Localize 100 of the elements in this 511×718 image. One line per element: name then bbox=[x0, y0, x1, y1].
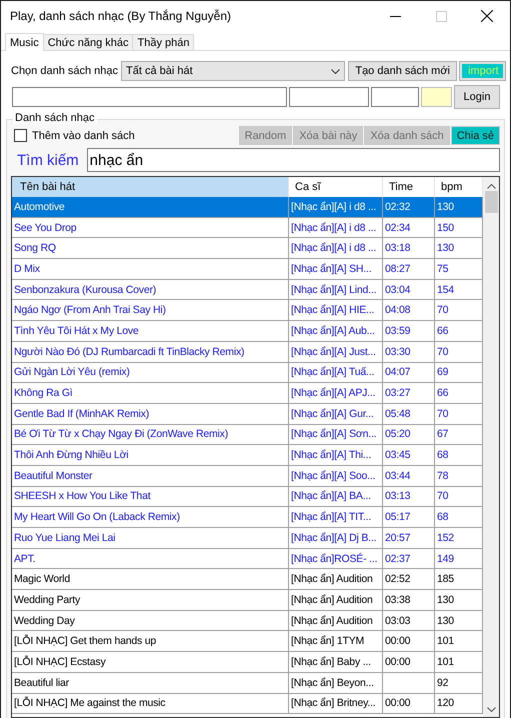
table-cell[interactable]: 08:27 bbox=[383, 259, 435, 280]
table-cell[interactable]: [Nhạc ẩn] Beyon... bbox=[289, 672, 383, 694]
table-cell[interactable]: Người Nào Đó (DJ Rumbarcadi ft TinBlacky Remix) bbox=[12, 342, 289, 362]
table-cell[interactable]: [LỖI NHẠC] Get them hands up bbox=[12, 631, 289, 652]
table-cell[interactable]: 03:44 bbox=[383, 466, 435, 487]
table-cell[interactable]: 03:03 bbox=[383, 610, 435, 632]
table-cell[interactable]: Thôi Anh Đừng Nhiều Lời bbox=[12, 445, 289, 466]
scroll-thumb[interactable] bbox=[484, 191, 498, 213]
table-cell[interactable]: [Nhạc ẩn][A] Gur... bbox=[289, 404, 383, 425]
table-cell[interactable]: [Nhạc ẩn] Baby ... bbox=[289, 652, 383, 673]
action-button[interactable]: Chia sẻ bbox=[450, 126, 500, 145]
scrollbar[interactable] bbox=[483, 177, 499, 717]
table-cell[interactable]: 02:34 bbox=[383, 218, 435, 238]
table-cell[interactable]: APT. bbox=[12, 548, 289, 570]
search-label: Tìm kiếm bbox=[17, 152, 79, 168]
table-cell[interactable]: Magic World bbox=[12, 569, 289, 590]
table-cell[interactable]: Không Ra Gì bbox=[12, 383, 289, 404]
input-field[interactable] bbox=[421, 87, 452, 107]
login-button[interactable]: Login bbox=[454, 85, 500, 109]
table-cell[interactable]: Beautiful liar bbox=[12, 672, 289, 694]
table-cell[interactable]: 02:32 bbox=[383, 197, 435, 218]
table-cell[interactable]: Tình Yêu Tôi Hát x My Love bbox=[12, 321, 289, 342]
input-field[interactable] bbox=[12, 87, 287, 107]
table-cell[interactable]: [Nhạc ẩn][A] Thi... bbox=[289, 445, 383, 466]
table-cell[interactable]: [Nhạc ẩn] Audition bbox=[289, 610, 383, 632]
table-cell[interactable]: [LỖI NHẠC] Me against the music bbox=[12, 694, 289, 714]
table-cell[interactable]: Song RQ bbox=[12, 238, 289, 260]
tab[interactable]: Thầy phán bbox=[132, 34, 194, 50]
scroll-down-icon[interactable] bbox=[486, 707, 496, 712]
table-cell[interactable]: [Nhạc ẩn] 1TYM bbox=[289, 631, 383, 652]
table-cell[interactable]: 04:08 bbox=[383, 300, 435, 322]
table-cell[interactable]: 00:00 bbox=[383, 694, 435, 714]
table-cell[interactable]: [Nhạc ẩn][A] Aub... bbox=[289, 321, 383, 342]
table-cell[interactable]: 00:00 bbox=[383, 631, 435, 652]
table-cell[interactable]: [Nhạc ẩn][A] i d8 ... bbox=[289, 238, 383, 260]
input-field[interactable] bbox=[371, 87, 419, 107]
table-cell[interactable]: Ngáo Ngơ (From Anh Trai Say Hi) bbox=[12, 300, 289, 322]
table-cell[interactable]: [LỖI NHẠC] Ecstasy bbox=[12, 652, 289, 673]
table-cell[interactable]: [Nhạc ẩn][A] TIT... bbox=[289, 507, 383, 528]
search-field[interactable]: nhạc ẩn bbox=[86, 148, 500, 172]
table-cell[interactable]: [Nhạc ẩn][A] Dj B... bbox=[289, 528, 383, 549]
tab[interactable]: Chức năng khác bbox=[42, 34, 134, 50]
table-cell[interactable]: 20:57 bbox=[383, 528, 435, 549]
table-cell[interactable]: [Nhạc ẩn][A] Soo... bbox=[289, 466, 383, 487]
table-cell[interactable] bbox=[383, 672, 435, 694]
table-cell[interactable]: [Nhạc ẩn][A] APJ... bbox=[289, 383, 383, 404]
table-cell[interactable]: Bé Ơi Từ Từ x Chạy Ngay Đi (ZonWave Remix) bbox=[12, 424, 289, 446]
table-cell[interactable]: 00:00 bbox=[383, 652, 435, 673]
create-playlist-button[interactable]: Tạo danh sách mới bbox=[348, 61, 457, 81]
chevron-down-icon bbox=[331, 68, 340, 74]
table-cell[interactable]: Wedding Day bbox=[12, 610, 289, 632]
table-cell[interactable]: [Nhạc ẩn][A] SH... bbox=[289, 259, 383, 280]
table-cell[interactable]: 02:37 bbox=[383, 548, 435, 570]
table-cell[interactable]: [Nhạc ẩn][A] i d8 ... bbox=[289, 218, 383, 238]
table-cell[interactable]: 05:48 bbox=[383, 404, 435, 425]
scroll-up-icon[interactable] bbox=[486, 184, 496, 189]
table-cell[interactable]: Gentle Bad If (MinhAK Remix) bbox=[12, 404, 289, 425]
table-cell[interactable]: [Nhạc ẩn] Britney... bbox=[289, 694, 383, 714]
table-cell[interactable]: 05:20 bbox=[383, 424, 435, 446]
table-cell[interactable]: [Nhạc ẩn][A] Tuấ... bbox=[289, 362, 383, 384]
input-field[interactable] bbox=[289, 87, 369, 107]
table-cell[interactable]: [Nhạc ẩn][A] Sơn... bbox=[289, 424, 383, 446]
table-cell[interactable]: Beautiful Monster bbox=[12, 466, 289, 487]
close-icon bbox=[481, 10, 493, 22]
table-cell[interactable]: 03:30 bbox=[383, 342, 435, 362]
table-cell[interactable]: D Mix bbox=[12, 259, 289, 280]
playlist-label: Chọn danh sách nhạc bbox=[11, 65, 118, 77]
table-cell[interactable]: 03:38 bbox=[383, 590, 435, 611]
table-cell[interactable]: Gửi Ngàn Lời Yêu (remix) bbox=[12, 362, 289, 384]
table-cell[interactable]: Automotive bbox=[12, 197, 289, 218]
table-cell[interactable]: 04:07 bbox=[383, 362, 435, 384]
table-cell[interactable]: Ruo Yue Liang Mei Lai bbox=[12, 528, 289, 549]
table-cell[interactable]: [Nhạc ẩn][A] i d8 ... bbox=[289, 197, 383, 218]
add-to-list-checkbox[interactable]: Thêm vào danh sách bbox=[11, 129, 135, 142]
table-cell[interactable]: 130 bbox=[435, 197, 483, 218]
table-cell[interactable]: [Nhạc ẩn][A] Lind... bbox=[289, 280, 383, 300]
table-cell[interactable]: [Nhạc ẩn] Audition bbox=[289, 569, 383, 590]
table-cell[interactable]: [Nhạc ẩn][A] BA... bbox=[289, 486, 383, 508]
table-cell[interactable]: 02:52 bbox=[383, 569, 435, 590]
table-cell[interactable]: [Nhạc ẩn][A] Just... bbox=[289, 342, 383, 362]
maximize-icon bbox=[436, 10, 446, 22]
table-cell[interactable]: [Nhạc ẩn][A] HIE... bbox=[289, 300, 383, 322]
table-cell[interactable]: 03:59 bbox=[383, 321, 435, 342]
table-cell[interactable]: My Heart Will Go On (Laback Remix) bbox=[12, 507, 289, 528]
table-cell[interactable]: [Nhạc ẩn] Audition bbox=[289, 590, 383, 611]
table-cell[interactable]: [Nhạc ẩn]ROSÉ- ... bbox=[289, 548, 383, 570]
table-cell[interactable]: SHEESH x How You Like That bbox=[12, 486, 289, 508]
tab[interactable]: Music bbox=[5, 33, 44, 51]
table-cell[interactable]: 03:13 bbox=[383, 486, 435, 508]
group-title: Danh sách nhạc bbox=[13, 112, 96, 124]
table-cell[interactable]: Senbonzakura (Kurousa Cover) bbox=[12, 280, 289, 300]
table-cell[interactable]: 03:18 bbox=[383, 238, 435, 260]
table-cell[interactable]: 03:27 bbox=[383, 383, 435, 404]
column-header[interactable]: Tên bài hát bbox=[12, 177, 289, 197]
table-cell[interactable]: See You Drop bbox=[12, 218, 289, 238]
table-cell[interactable]: 05:17 bbox=[383, 507, 435, 528]
table-cell[interactable]: Wedding Party bbox=[12, 590, 289, 611]
playlist-dropdown[interactable]: Tất cả bài hát bbox=[121, 61, 346, 81]
table-cell[interactable]: 03:45 bbox=[383, 445, 435, 466]
table-cell[interactable]: 03:04 bbox=[383, 280, 435, 300]
